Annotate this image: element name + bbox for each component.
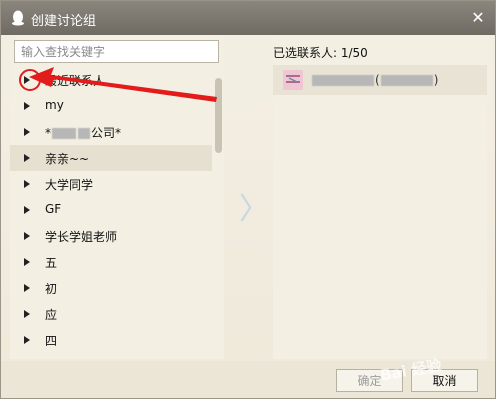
search-input[interactable] (14, 40, 219, 63)
group-label: 学长学姐老师 (45, 230, 118, 244)
selected-contact-item[interactable]: () (273, 65, 487, 95)
group-item-ying[interactable]: 应 (10, 301, 212, 327)
group-item-qinqin[interactable]: 亲亲~~ (10, 145, 212, 171)
group-item-my[interactable]: my (10, 93, 212, 119)
contact-group-panel: 最近联系人 my * 公司* 亲亲~~ 大学同学 GF (10, 35, 224, 359)
redacted-text (312, 75, 374, 86)
triangle-right-icon[interactable] (24, 258, 30, 266)
redacted-text (52, 128, 76, 139)
triangle-right-icon[interactable] (24, 336, 30, 344)
title-bar[interactable]: 创建讨论组 ✕ (1, 1, 495, 35)
cancel-button[interactable]: 取消 (411, 369, 478, 392)
group-label: 大学同学 (45, 178, 94, 192)
group-label-suffix: 公司* (91, 126, 122, 140)
create-discussion-dialog: 创建讨论组 ✕ 最近联系人 my *公司* 亲亲~~ 大学同 (0, 0, 496, 399)
avatar (283, 70, 303, 90)
group-label: GF (45, 202, 62, 216)
redacted-text (380, 75, 433, 86)
group-label: 五 (45, 256, 58, 270)
triangle-right-icon[interactable] (24, 128, 30, 136)
confirm-button[interactable]: 确定 (336, 369, 403, 392)
group-item-gf[interactable]: GF (10, 197, 212, 223)
redacted-text (78, 128, 90, 139)
chevron-right-icon[interactable]: 〉 (239, 184, 269, 228)
triangle-right-icon[interactable] (24, 232, 30, 240)
triangle-right-icon[interactable] (24, 180, 30, 188)
group-item-seniors[interactable]: 学长学姐老师 (10, 223, 212, 249)
contact-name: () (311, 73, 438, 87)
group-list-scrollbar[interactable] (212, 67, 224, 359)
group-label: 亲亲~~ (45, 152, 90, 166)
triangle-right-icon[interactable] (24, 310, 30, 318)
triangle-right-icon[interactable] (24, 76, 30, 84)
triangle-right-icon[interactable] (24, 284, 30, 292)
group-label: my (45, 98, 64, 112)
triangle-right-icon[interactable] (24, 206, 30, 214)
group-label: 最近联系人 (45, 74, 106, 88)
group-list: 最近联系人 my * 公司* 亲亲~~ 大学同学 GF 学长学姐老师 五 初 应… (10, 67, 212, 359)
group-item-si[interactable]: 四 (10, 327, 212, 353)
window-title: 创建讨论组 (31, 14, 97, 29)
group-item-wu[interactable]: 五 (10, 249, 212, 275)
group-item-classmates[interactable]: 大学同学 (10, 171, 212, 197)
avatar-image-icon (286, 75, 300, 83)
dialog-footer: 确定 取消 (1, 361, 495, 398)
scrollbar-thumb[interactable] (215, 78, 222, 153)
close-icon[interactable]: ✕ (467, 7, 489, 29)
group-label: 四 (45, 334, 58, 348)
group-item-company[interactable]: * 公司* (10, 119, 212, 145)
selected-count-label: 已选联系人: 1/50 (273, 46, 368, 60)
group-label-prefix: * (45, 126, 51, 140)
qq-penguin-icon (12, 10, 24, 26)
selected-contacts-panel: 已选联系人: 1/50 () (273, 35, 487, 359)
group-item-chu[interactable]: 初 (10, 275, 212, 301)
group-label: * 公司* (45, 124, 121, 141)
triangle-right-icon[interactable] (24, 154, 30, 162)
triangle-right-icon[interactable] (24, 102, 30, 110)
group-label: 初 (45, 282, 58, 296)
group-label: 应 (45, 308, 58, 322)
group-item-recent[interactable]: 最近联系人 (10, 67, 212, 93)
